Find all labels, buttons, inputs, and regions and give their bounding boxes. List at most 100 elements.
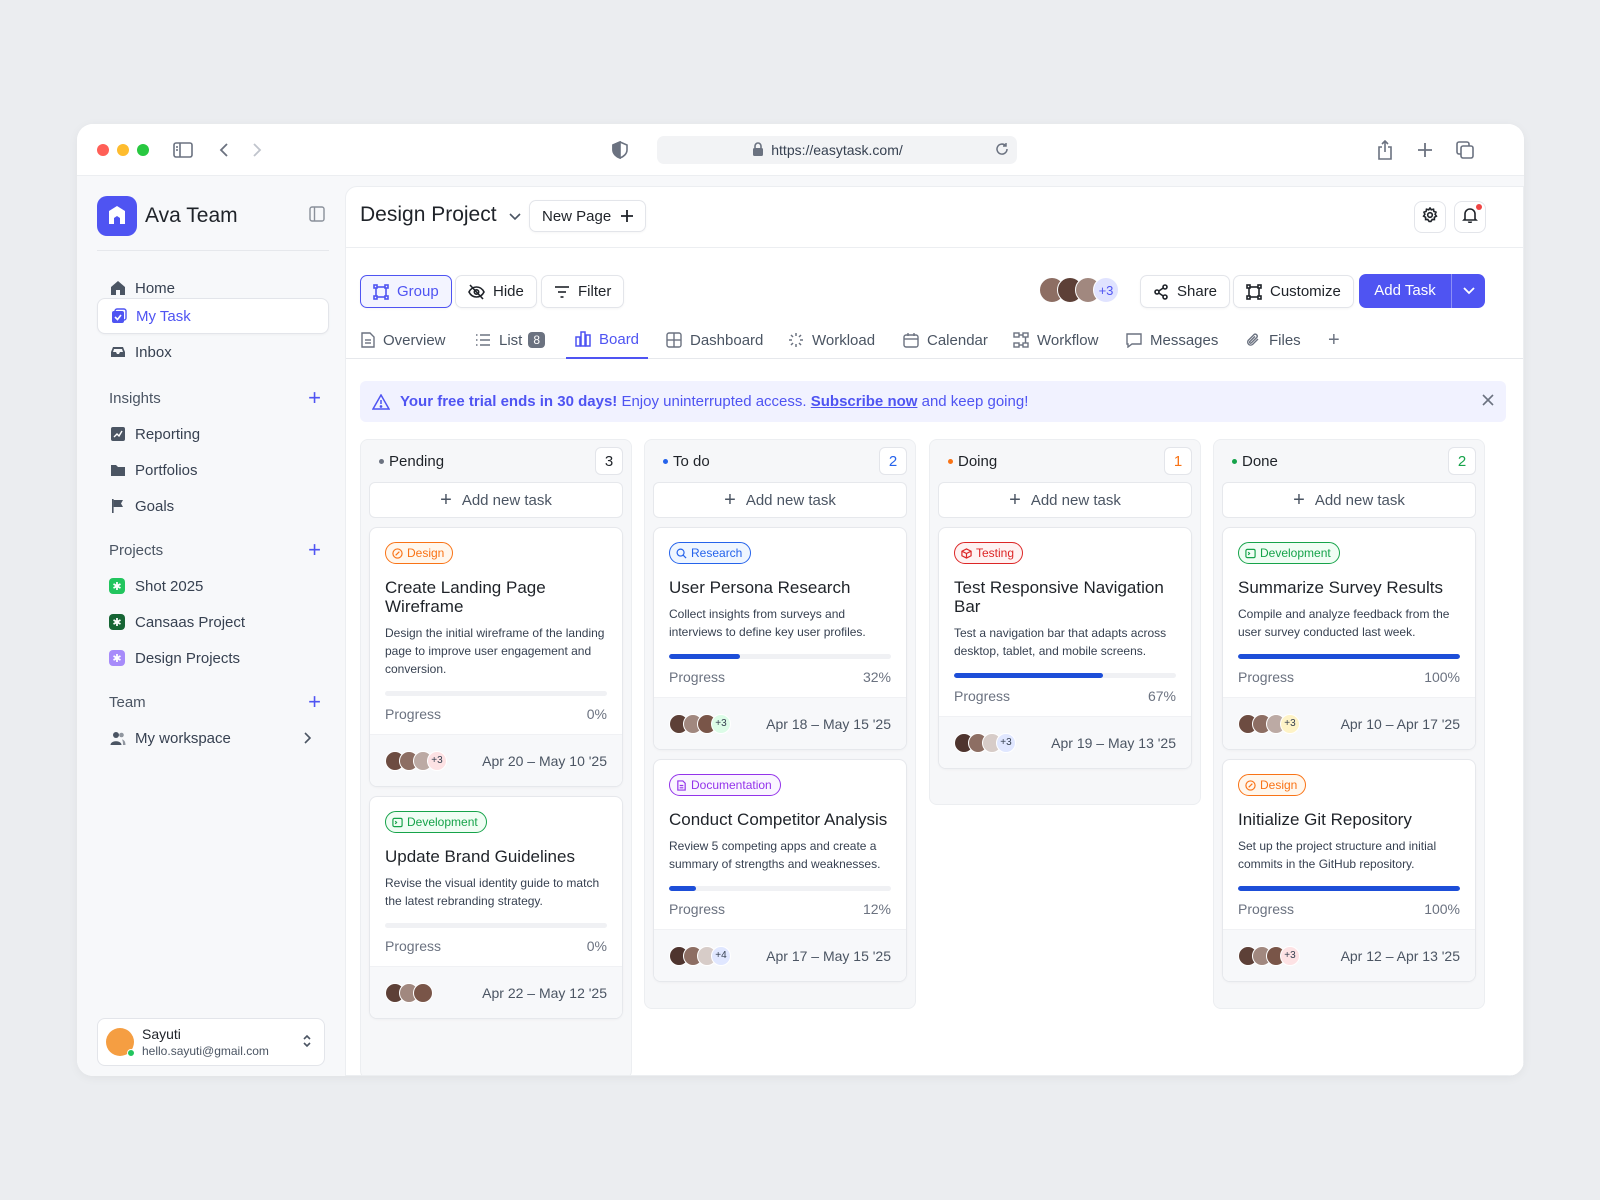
collapse-sidebar-icon[interactable] [309,206,325,227]
group-button[interactable]: Group [360,275,452,308]
trial-banner-headline: Your free trial ends in 30 days! [400,393,618,410]
task-tag[interactable]: Design [385,542,454,564]
tabs-overview-icon[interactable] [1453,138,1477,162]
task-card[interactable]: Testing Test Responsive Navigation Bar Tes… [938,527,1192,769]
user-profile-switcher[interactable]: Sayuti hello.sayuti@gmail.com [97,1018,325,1066]
task-tag-label: Development [407,815,478,829]
task-card[interactable]: Design Initialize Git Repository Set up th… [1222,759,1476,982]
new-tab-icon[interactable] [1413,138,1437,162]
add-new-task-button[interactable]: + Add new task [938,482,1192,518]
sidebar-item-design-projects[interactable]: ✱ Design Projects [97,640,329,676]
close-window-button[interactable] [97,144,109,156]
team-switcher[interactable]: Ava Team [97,196,238,236]
tab-files[interactable]: Files [1245,321,1301,359]
tab-workflow[interactable]: Workflow [1013,321,1098,359]
task-card[interactable]: Development Summarize Survey Results Compi… [1222,527,1476,750]
assignee-avatar-stack[interactable]: +3 [1238,713,1300,734]
tab-calendar[interactable]: Calendar [903,321,988,359]
forward-icon[interactable] [245,138,269,162]
new-page-button[interactable]: New Page [529,200,647,232]
add-new-task-button[interactable]: + Add new task [1222,482,1476,518]
task-description: Compile and analyze feedback from the us… [1238,607,1450,639]
add-team-icon[interactable]: + [308,691,321,713]
task-card-footer: +3 Apr 12 – Apr 13 '25 [1223,929,1475,981]
member-avatar-stack[interactable]: +3 [1039,277,1119,303]
hide-button[interactable]: Hide [455,275,537,308]
progress-bar [1238,654,1460,659]
tab-dashboard[interactable]: Dashboard [666,321,763,359]
tab-label: Files [1269,331,1301,349]
tab-overview[interactable]: Overview [361,321,446,359]
close-icon[interactable] [1482,393,1494,410]
task-tag[interactable]: Testing [954,542,1024,564]
assignee-avatar-stack[interactable]: +3 [1238,945,1300,966]
sidebar-toggle-icon[interactable] [171,138,195,162]
add-task-button[interactable]: Add Task [1359,274,1452,308]
tab-messages[interactable]: Messages [1126,321,1218,359]
add-new-task-button[interactable]: + Add new task [369,482,623,518]
gear-icon [1422,206,1438,228]
task-card[interactable]: Development Update Brand Guidelines Revise… [369,796,623,1019]
minimize-window-button[interactable] [117,144,129,156]
task-card[interactable]: Research User Persona Research Collect ins… [653,527,907,750]
customize-label: Customize [1270,283,1341,300]
loader-icon [788,332,804,348]
address-bar[interactable]: https://easytask.com/ [657,136,1017,164]
filter-button[interactable]: Filter [541,275,625,308]
sidebar-item-label: My Task [136,307,191,325]
tab-list[interactable]: List 8 [475,321,546,359]
task-tag[interactable]: Design [1238,774,1307,796]
add-task-split-button[interactable]: Add Task [1359,274,1485,308]
column-title: Done [1242,452,1278,470]
back-icon[interactable] [212,138,236,162]
sidebar-item-inbox[interactable]: Inbox [97,334,329,370]
tab-workload[interactable]: Workload [788,321,875,359]
customize-button[interactable]: Customize [1233,275,1354,308]
progress-value: 0% [586,938,607,954]
sidebar-item-goals[interactable]: Goals [97,488,329,524]
maximize-window-button[interactable] [137,144,149,156]
subscribe-link[interactable]: Subscribe now [811,393,918,410]
task-date-range: Apr 19 – May 13 '25 [1051,734,1176,751]
project-title-dropdown[interactable]: Design Project [360,203,521,227]
assignee-avatar-stack[interactable] [385,982,433,1003]
task-card[interactable]: Documentation Conduct Competitor Analysis… [653,759,907,982]
task-card[interactable]: Design Create Landing Page Wireframe Desig… [369,527,623,787]
sidebar-item-my-task[interactable]: My Task [97,298,329,334]
column-count-badge: 1 [1164,447,1192,475]
sidebar-item-portfolios[interactable]: Portfolios [97,452,329,488]
task-tag[interactable]: Research [669,542,752,564]
more-assignees-count: +3 [427,750,447,771]
add-view-icon[interactable]: + [1328,321,1340,359]
sidebar-item-cansaas-project[interactable]: ✱ Cansaas Project [97,604,329,640]
task-title: User Persona Research [669,578,851,597]
task-tag[interactable]: Development [1238,542,1340,564]
tab-board[interactable]: Board [566,321,649,359]
task-tag-label: Documentation [691,778,772,792]
sidebar-item-reporting[interactable]: Reporting [97,416,329,452]
task-tag[interactable]: Documentation [669,774,781,796]
shield-icon[interactable] [608,138,632,162]
assignee-avatar-stack[interactable]: +3 [954,732,1016,753]
assignee-avatar-stack[interactable]: +3 [669,713,731,734]
reload-icon[interactable] [995,142,1009,159]
settings-button[interactable] [1414,201,1446,233]
sidebar-item-my-workspace[interactable]: My workspace [97,720,329,756]
add-task-dropdown-icon[interactable] [1452,287,1485,295]
assignee-avatar-stack[interactable]: +3 [385,750,447,771]
add-new-task-button[interactable]: + Add new task [653,482,907,518]
add-insight-icon[interactable]: + [308,387,321,409]
board-column-doing: Doing 1 + Add new task Testing Test Responsiv… [929,439,1201,805]
sidebar-item-label: Portfolios [135,461,198,479]
assignee-avatar-stack[interactable]: +4 [669,945,731,966]
share-button[interactable]: Share [1140,275,1231,308]
more-assignees-count: +3 [711,713,731,734]
column-title-wrap: Pending [379,453,444,470]
notifications-button[interactable] [1454,201,1486,233]
add-project-icon[interactable]: + [308,539,321,561]
share-browser-icon[interactable] [1373,138,1397,162]
task-description: Design the initial wireframe of the land… [385,626,605,676]
sidebar-item-shot-2025[interactable]: ✱ Shot 2025 [97,568,329,604]
browser-window: https://easytask.com/ Ava Team Home My T… [77,124,1524,1076]
task-tag[interactable]: Development [385,811,487,833]
